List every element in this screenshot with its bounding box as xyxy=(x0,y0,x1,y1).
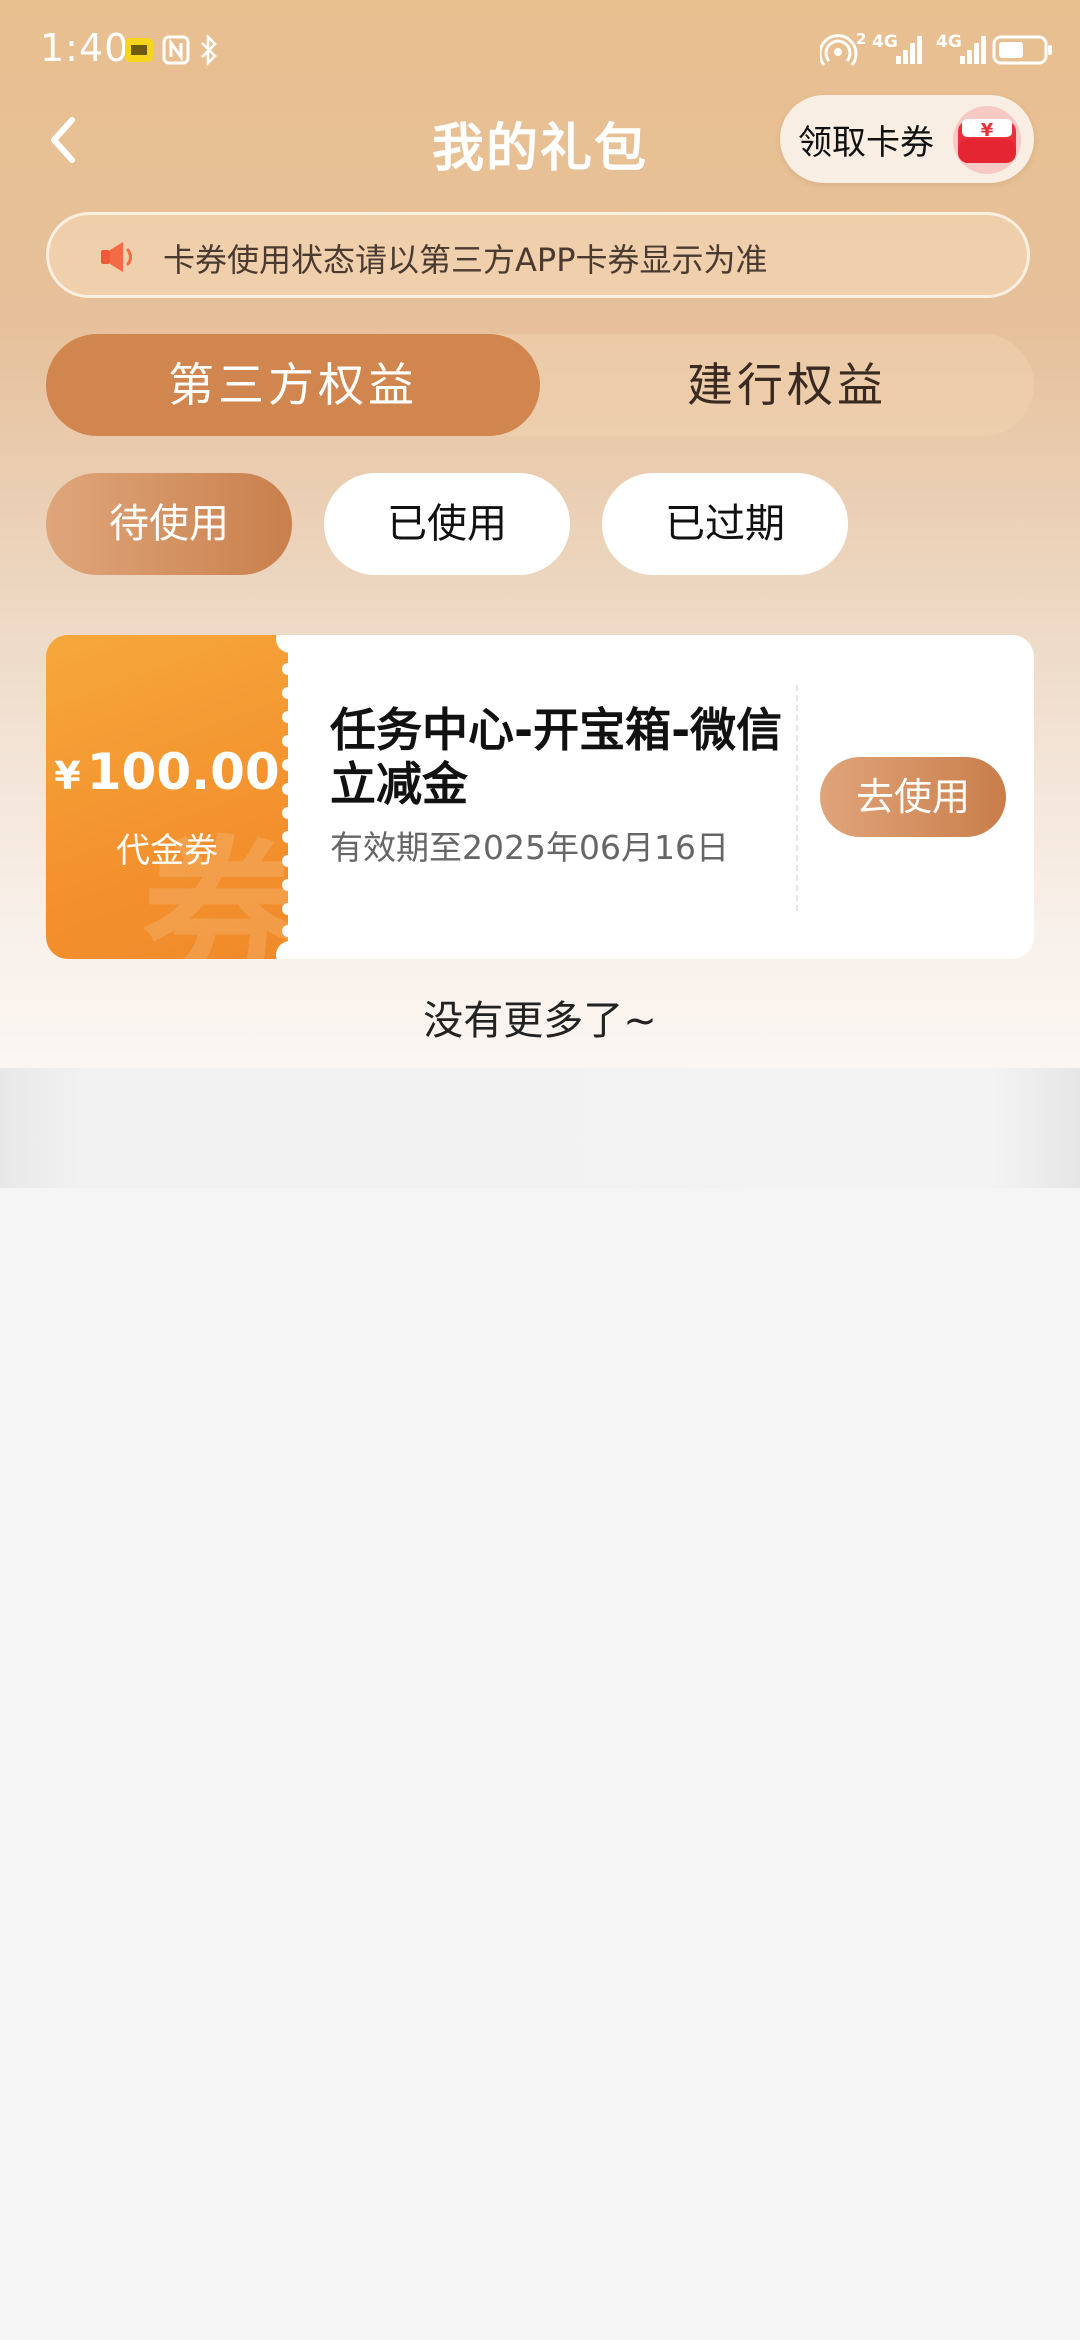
tab-third-party-benefits[interactable]: 第三方权益 xyxy=(46,334,540,436)
status-bar: 1:40 2 4G 4G xyxy=(0,0,1080,100)
coupon-card: 券 ¥100.00 代金券 任务中心-开宝箱-微信立减金 有效期至2025年06… xyxy=(46,635,1034,959)
hotspot-icon xyxy=(820,34,858,66)
coupon-divider xyxy=(796,685,798,911)
hotspot-count: 2 xyxy=(856,30,867,48)
notice-text: 卡券使用状态请以第三方APP卡券显示为准 xyxy=(163,241,768,279)
filter-used[interactable]: 已使用 xyxy=(324,473,570,575)
coupon-watermark: 券 xyxy=(142,821,288,959)
bluetooth-icon xyxy=(201,34,217,66)
coupon-title: 任务中心-开宝箱-微信立减金 xyxy=(330,703,783,811)
currency-symbol: ¥ xyxy=(54,754,81,798)
claim-coupon-button[interactable]: 领取卡券 ¥ xyxy=(780,95,1034,183)
filter-unused[interactable]: 待使用 xyxy=(46,473,292,575)
filter-expired[interactable]: 已过期 xyxy=(602,473,848,575)
coupon-value-panel: 券 ¥100.00 代金券 xyxy=(46,635,288,959)
nfc-icon xyxy=(162,35,190,65)
content-divider-band xyxy=(0,1068,1080,1188)
notice-banner: 卡券使用状态请以第三方APP卡券显示为准 xyxy=(46,212,1030,298)
claim-coupon-label: 领取卡券 xyxy=(798,123,934,163)
coupon-amount: ¥100.00 xyxy=(46,743,288,801)
coupon-amount-value: 100.00 xyxy=(86,743,280,801)
battery-icon xyxy=(992,35,1052,65)
no-more-text: 没有更多了~ xyxy=(423,998,657,1044)
signal-icon-2 xyxy=(960,36,986,64)
coupon-detail-panel: 任务中心-开宝箱-微信立减金 有效期至2025年06月16日 去使用 xyxy=(288,635,1034,959)
tab-ccb-benefits[interactable]: 建行权益 xyxy=(540,334,1034,436)
use-coupon-button[interactable]: 去使用 xyxy=(820,757,1006,837)
benefit-tabs: 第三方权益 建行权益 xyxy=(46,334,1034,436)
speaker-icon xyxy=(101,242,132,272)
status-time: 1:40 xyxy=(40,26,130,70)
red-envelope-icon: ¥ xyxy=(953,106,1021,174)
signal-icon-1 xyxy=(896,36,922,64)
app-notification-icon xyxy=(125,38,153,62)
coupon-validity: 有效期至2025年06月16日 xyxy=(330,828,729,867)
coupon-type: 代金券 xyxy=(116,831,218,871)
svg-text:¥: ¥ xyxy=(981,120,994,141)
